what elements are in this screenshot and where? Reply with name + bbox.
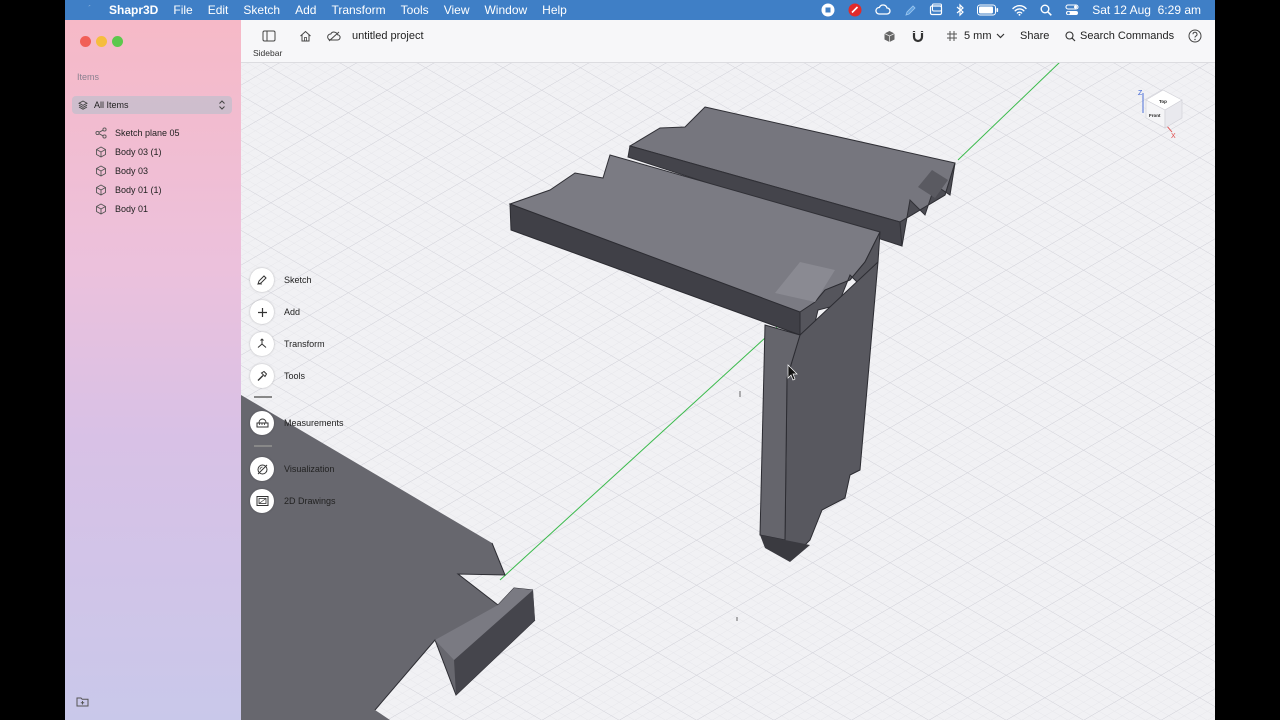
close-window-button[interactable] <box>80 36 91 47</box>
tool-label: Measurements <box>284 418 344 428</box>
record-icon[interactable] <box>821 3 835 17</box>
tool-measurements[interactable]: Measurements <box>250 411 344 435</box>
tree-item-label: Body 01 <box>115 204 149 215</box>
grid-icon[interactable] <box>946 30 958 42</box>
chevron-updown-icon <box>219 100 225 110</box>
pen-icon[interactable] <box>904 3 916 17</box>
window-icon[interactable] <box>929 3 943 17</box>
cloud-icon[interactable] <box>875 3 891 17</box>
menu-clock[interactable]: Sat 12 Aug 6:29 am <box>1092 3 1201 17</box>
box-icon[interactable] <box>883 30 896 43</box>
tool-2d-drawings[interactable]: 2D Drawings <box>250 489 336 513</box>
all-items-label: All Items <box>94 100 129 110</box>
plus-icon <box>250 300 274 324</box>
bluetooth-icon[interactable] <box>956 3 965 17</box>
tree-item-label: Body 01 (1) <box>115 185 162 196</box>
svg-text:X: X <box>1171 133 1176 140</box>
transform-icon <box>250 332 274 356</box>
share-button[interactable]: Share <box>1020 30 1049 42</box>
tool-add[interactable]: Add <box>250 300 300 324</box>
tool-sketch[interactable]: Sketch <box>250 268 312 292</box>
tool-visualization[interactable]: Visualization <box>250 457 334 481</box>
new-folder-icon[interactable] <box>76 696 89 707</box>
tool-transform[interactable]: Transform <box>250 332 325 356</box>
tree-item-sketch-plane[interactable]: Sketch plane 05 <box>95 123 180 142</box>
tool-label: Visualization <box>284 464 335 474</box>
top-toolbar: Sidebar untitled project 5 mm Share Sear… <box>241 20 1215 63</box>
tool-label: Sketch <box>284 275 312 285</box>
menu-edit[interactable]: Edit <box>208 3 229 17</box>
help-icon[interactable] <box>1188 29 1202 43</box>
battery-icon[interactable] <box>977 4 999 16</box>
3d-scene[interactable]: Z X Top Front <box>241 20 1215 720</box>
svg-text:Z: Z <box>1138 90 1143 97</box>
tree-item-body[interactable]: Body 01 (1) <box>95 181 180 200</box>
sketch-plane-icon <box>95 127 107 139</box>
ruler-icon <box>250 411 274 435</box>
menu-sketch[interactable]: Sketch <box>243 3 280 17</box>
viewport-canvas[interactable]: Z X Top Front Sidebar untitled project 5… <box>241 20 1215 720</box>
tree-item-label: Body 03 <box>115 165 149 176</box>
menu-view[interactable]: View <box>444 3 470 17</box>
sidebar-caption: Sidebar <box>253 48 283 58</box>
tool-label: Tools <box>284 371 306 381</box>
menu-add[interactable]: Add <box>295 3 316 17</box>
tree-item-label: Body 03 (1) <box>115 146 162 157</box>
menu-transform[interactable]: Transform <box>331 3 385 17</box>
palette-divider <box>254 445 272 447</box>
search-commands-button[interactable]: Search Commands <box>1065 30 1174 42</box>
body-icon <box>96 184 106 196</box>
tree-item-body[interactable]: Body 01 <box>95 200 180 219</box>
items-section-label: Items <box>77 72 100 82</box>
tool-label: Transform <box>284 339 325 349</box>
body-icon <box>96 203 106 215</box>
layers-icon <box>78 100 88 110</box>
search-icon[interactable] <box>1040 4 1053 16</box>
sidebar-toggle-icon[interactable] <box>262 30 276 42</box>
all-items-filter[interactable]: All Items <box>72 96 232 114</box>
body-icon <box>96 146 106 158</box>
tool-tools[interactable]: Tools <box>250 364 305 388</box>
search-commands-label: Search Commands <box>1080 30 1175 42</box>
body-icon <box>96 165 106 177</box>
chevron-down-icon <box>996 33 1004 39</box>
magnet-icon[interactable] <box>912 30 924 43</box>
tool-label: 2D Drawings <box>284 496 336 506</box>
palette-divider <box>254 396 272 398</box>
svg-text:Top: Top <box>1159 99 1167 104</box>
tree-item-body[interactable]: Body 03 (1) <box>95 142 180 161</box>
tree-item-label: Sketch plane 05 <box>115 127 180 138</box>
pen-icon <box>250 268 274 292</box>
drawing-icon <box>250 489 274 513</box>
menu-bar: Shapr3D File Edit Sketch Add Transform T… <box>65 0 1215 20</box>
menu-file[interactable]: File <box>173 3 192 17</box>
apple-icon[interactable] <box>81 3 95 17</box>
tool-label: Add <box>284 307 301 317</box>
menu-help[interactable]: Help <box>542 3 567 17</box>
home-icon[interactable] <box>299 30 312 42</box>
control-center-icon[interactable] <box>1065 4 1079 16</box>
svg-text:Front: Front <box>1149 113 1161 118</box>
minimize-window-button[interactable] <box>96 36 107 47</box>
sidebar: Items All Items Sketch plane 05 Body 03 … <box>65 20 242 720</box>
wifi-icon[interactable] <box>1012 4 1027 16</box>
project-title[interactable]: untitled project <box>352 30 424 42</box>
grid-size-value: 5 mm <box>964 30 992 42</box>
visualization-icon <box>250 457 274 481</box>
red-app-icon[interactable] <box>848 3 862 17</box>
search-icon <box>1065 30 1076 41</box>
hammer-icon <box>250 364 274 388</box>
items-tree: Sketch plane 05 Body 03 (1) Body 03 Body… <box>95 123 180 219</box>
menu-window[interactable]: Window <box>484 3 527 17</box>
tree-item-body[interactable]: Body 03 <box>95 161 180 180</box>
grid-size-select[interactable]: 5 mm <box>964 30 1005 42</box>
cloud-sync-icon[interactable] <box>327 30 341 42</box>
menu-tools[interactable]: Tools <box>401 3 429 17</box>
zoom-window-button[interactable] <box>112 36 123 47</box>
menu-app-name[interactable]: Shapr3D <box>109 3 158 17</box>
